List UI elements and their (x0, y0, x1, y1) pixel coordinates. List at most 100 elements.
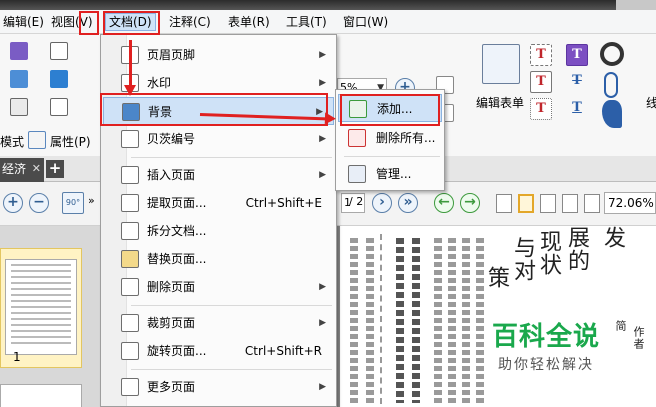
title-strip (0, 0, 656, 10)
replace-page-icon (121, 250, 139, 268)
highlight-box-document-menu (103, 11, 160, 35)
menu-separator (131, 369, 332, 370)
page-total: / 2 (349, 195, 364, 208)
crop-icon (121, 314, 139, 332)
properties-label[interactable]: 属性(P) (50, 133, 91, 150)
text-column (448, 238, 456, 403)
text-column (366, 238, 374, 403)
zoom-out-small-icon[interactable]: − (29, 193, 49, 213)
zoom-in-small-icon[interactable]: + (3, 193, 23, 213)
submenu-arrow-icon: ▶ (319, 134, 326, 144)
add-tab-button[interactable]: + (46, 160, 64, 178)
next-page-icon[interactable]: › (372, 193, 392, 213)
text-column (350, 238, 358, 403)
highlight-box-background (100, 93, 328, 126)
rotate-icon[interactable]: 90° (62, 192, 84, 214)
cut-label[interactable]: 线 (646, 94, 656, 111)
menu-item-bates-numbering[interactable]: 贝茨编号 ▶ (101, 125, 336, 153)
save-icon[interactable] (10, 42, 28, 60)
oval-icon[interactable] (600, 42, 624, 66)
menu-item-split-document[interactable]: 拆分文档... (101, 217, 336, 245)
text-column (462, 238, 470, 403)
forward-icon[interactable]: → (460, 193, 480, 213)
menu-item-replace-pages[interactable]: 替换页面... (101, 245, 336, 273)
thumbnail-image (5, 259, 77, 355)
menu-tools[interactable]: 工具(T) (283, 13, 330, 31)
text-comment-icon[interactable]: T (530, 98, 552, 120)
text-field-icon[interactable]: T (530, 71, 552, 93)
single-page-icon[interactable] (496, 194, 512, 213)
text-box-icon[interactable]: T (530, 44, 552, 66)
back-icon[interactable]: ← (434, 193, 454, 213)
facing-page-icon[interactable] (540, 194, 556, 213)
menu-window[interactable]: 窗口(W) (340, 13, 391, 31)
summary-label: 简 (614, 320, 627, 332)
page-fold-line (380, 234, 387, 404)
document-page: 策 与对 现状 展的 发 作者 简 百科全说 助你轻松解决 (340, 226, 656, 407)
extract-page-icon (121, 194, 139, 212)
menu-item-delete-pages[interactable]: 删除页面 ▶ (101, 273, 336, 301)
typewriter-icon[interactable]: T (566, 44, 588, 66)
scan-icon[interactable] (50, 70, 68, 88)
document-icon[interactable] (10, 98, 28, 116)
text-column (476, 238, 484, 403)
menu-edit[interactable]: 编辑(E) (0, 13, 47, 31)
underline-icon[interactable]: T (566, 98, 588, 120)
fit-page-icon[interactable] (584, 194, 600, 213)
document-view[interactable]: 策 与对 现状 展的 发 作者 简 百科全说 助你轻松解决 (336, 226, 656, 407)
continuous-facing-icon[interactable] (562, 194, 578, 213)
manage-background-icon (348, 165, 366, 183)
mode-label[interactable]: 模式 (0, 133, 24, 150)
delete-page-icon (121, 278, 139, 296)
submenu-arrow-icon: ▶ (319, 282, 326, 292)
more-pages-icon (121, 378, 139, 396)
menu-form[interactable]: 表单(R) (225, 13, 273, 31)
thumbnail-pane: 1 (0, 226, 100, 407)
menu-item-more-pages[interactable]: 更多页面 ▶ (101, 373, 336, 401)
insert-page-icon (121, 166, 139, 184)
close-icon[interactable]: ✕ (32, 158, 41, 180)
title-col-2: 展的 (564, 226, 589, 272)
new-document-icon[interactable] (50, 98, 68, 116)
print-icon[interactable] (10, 70, 28, 88)
menu-item-rotate-pages[interactable]: 旋转页面... Ctrl+Shift+R (101, 337, 336, 365)
submenu-arrow-icon: ▶ (319, 170, 326, 180)
title-col-1: 发 (600, 226, 625, 249)
edit-form-label[interactable]: 编辑表单 (476, 94, 524, 111)
menu-item-extract-pages[interactable]: 提取页面... Ctrl+Shift+E (101, 189, 336, 217)
email-icon[interactable] (50, 42, 68, 60)
menu-item-header-footer[interactable]: 页眉页脚 ▶ (101, 41, 336, 69)
submenu-arrow-icon: ▶ (319, 318, 326, 328)
last-page-icon[interactable]: » (398, 193, 418, 213)
attach-icon[interactable] (604, 72, 618, 98)
pencil-icon[interactable] (602, 100, 622, 128)
page-thumbnail[interactable]: 1 (0, 248, 82, 368)
window-controls[interactable] (616, 0, 656, 10)
strikeout-icon[interactable]: T (566, 71, 588, 93)
submenu-item-remove-all[interactable]: 删除所有... (336, 124, 444, 152)
submenu-arrow-icon: ▶ (319, 50, 326, 60)
page-thumbnail-2[interactable] (0, 384, 82, 407)
tab-document[interactable]: 经济 ✕ (0, 158, 44, 182)
submenu-item-manage[interactable]: 管理... (336, 160, 444, 188)
menu-item-insert-pages[interactable]: 插入页面 ▶ (101, 161, 336, 189)
menu-separator (131, 305, 332, 306)
annotation-arrow-down (124, 40, 136, 96)
zoom-level-input[interactable]: 72.06% (604, 192, 656, 214)
menu-item-crop-pages[interactable]: 裁剪页面 ▶ (101, 309, 336, 337)
properties-icon[interactable] (28, 131, 46, 149)
continuous-page-icon[interactable] (518, 194, 534, 213)
split-document-icon (121, 222, 139, 240)
rotate-page-icon (121, 342, 139, 360)
menu-separator (344, 156, 440, 157)
highlight-box-add (340, 94, 440, 126)
menu-comment[interactable]: 注释(C) (166, 13, 214, 31)
menu-separator (131, 157, 332, 158)
tab-label: 经济 (2, 162, 27, 176)
text-column (396, 238, 404, 403)
bates-icon (121, 130, 139, 148)
edit-form-icon[interactable] (482, 44, 520, 84)
chevron-double-icon[interactable]: » (88, 194, 95, 207)
thumbnail-page-number: 1 (13, 350, 21, 364)
author-label: 作者 (632, 326, 645, 350)
